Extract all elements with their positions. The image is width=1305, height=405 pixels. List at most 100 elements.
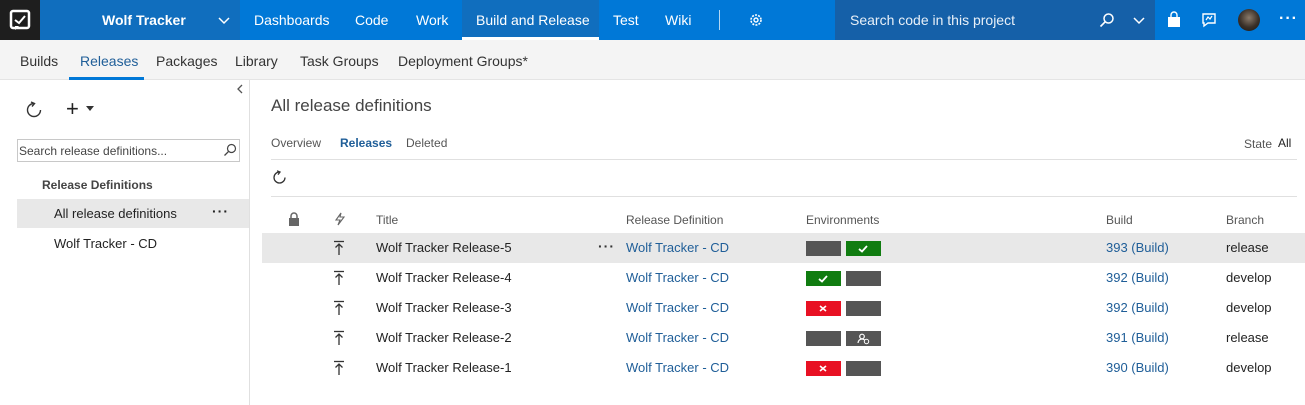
release-manual-trigger-icon bbox=[334, 360, 344, 375]
nav-test[interactable]: Test bbox=[613, 12, 639, 28]
more-options-icon[interactable]: ··· bbox=[1279, 10, 1298, 28]
add-icon[interactable]: + bbox=[66, 96, 79, 122]
branch-name: develop bbox=[1226, 300, 1272, 315]
search-icon[interactable] bbox=[223, 143, 237, 157]
build-link[interactable]: 390 (Build) bbox=[1106, 360, 1169, 375]
tab-deployment-groups[interactable]: Deployment Groups* bbox=[398, 53, 528, 69]
page-title: All release definitions bbox=[271, 96, 432, 115]
table-row[interactable]: Wolf Tracker Release-1 Wolf Tracker - CD 3… bbox=[262, 353, 1305, 383]
column-header-environments[interactable]: Environments bbox=[806, 213, 879, 227]
more-options-icon[interactable]: ··· bbox=[598, 238, 615, 254]
build-link[interactable]: 392 (Build) bbox=[1106, 270, 1169, 285]
environment-status-not-deployed[interactable] bbox=[806, 331, 841, 346]
nav-build-and-release[interactable]: Build and Release bbox=[476, 12, 590, 28]
project-selector[interactable]: Wolf Tracker bbox=[40, 0, 240, 40]
state-filter-value[interactable]: All bbox=[1278, 136, 1291, 150]
lightning-icon bbox=[334, 212, 346, 226]
release-title[interactable]: Wolf Tracker Release-3 bbox=[376, 300, 512, 315]
tab-packages[interactable]: Packages bbox=[156, 53, 217, 69]
release-definition-link[interactable]: Wolf Tracker - CD bbox=[626, 240, 729, 255]
release-definition-link[interactable]: Wolf Tracker - CD bbox=[626, 360, 729, 375]
environment-status-failed[interactable] bbox=[806, 301, 841, 316]
environment-status-pending-approval[interactable] bbox=[846, 331, 881, 346]
nav-wiki[interactable]: Wiki bbox=[665, 12, 691, 28]
pivot-deleted[interactable]: Deleted bbox=[406, 136, 447, 150]
release-manual-trigger-icon bbox=[334, 270, 344, 285]
vsts-logo[interactable] bbox=[0, 0, 40, 40]
code-search-box[interactable]: Search code in this project bbox=[835, 0, 1155, 40]
table-row[interactable]: Wolf Tracker Release-5 ··· Wolf Tracker - … bbox=[262, 233, 1305, 263]
release-title[interactable]: Wolf Tracker Release-1 bbox=[376, 360, 512, 375]
nav-code[interactable]: Code bbox=[355, 12, 388, 28]
column-header-title[interactable]: Title bbox=[376, 213, 398, 227]
environment-status-not-deployed[interactable] bbox=[846, 361, 881, 376]
environment-status-not-deployed[interactable] bbox=[846, 301, 881, 316]
state-filter-label: State bbox=[1244, 137, 1273, 151]
column-header-branch[interactable]: Branch bbox=[1226, 213, 1264, 227]
tree-item-all-release-definitions[interactable]: All release definitions bbox=[54, 206, 177, 221]
build-link[interactable]: 391 (Build) bbox=[1106, 330, 1169, 345]
build-link[interactable]: 392 (Build) bbox=[1106, 300, 1169, 315]
close-icon bbox=[819, 365, 827, 372]
tree-item-wolf-tracker-cd[interactable]: Wolf Tracker - CD bbox=[54, 236, 157, 251]
environment-status-succeeded[interactable] bbox=[846, 241, 881, 256]
branch-name: develop bbox=[1226, 360, 1272, 375]
table-row[interactable]: Wolf Tracker Release-3 Wolf Tracker - CD 3… bbox=[262, 293, 1305, 323]
close-icon bbox=[819, 305, 827, 312]
tab-builds[interactable]: Builds bbox=[20, 53, 58, 69]
nav-divider bbox=[719, 10, 720, 30]
collapse-pane-icon[interactable] bbox=[235, 83, 245, 95]
user-avatar[interactable] bbox=[1238, 9, 1260, 31]
code-search-placeholder: Search code in this project bbox=[850, 12, 1015, 28]
search-icon[interactable] bbox=[1099, 12, 1115, 28]
release-definitions-heading: Release Definitions bbox=[42, 178, 153, 192]
divider bbox=[271, 159, 1297, 160]
nav-work[interactable]: Work bbox=[416, 12, 448, 28]
release-title[interactable]: Wolf Tracker Release-4 bbox=[376, 270, 512, 285]
release-manual-trigger-icon bbox=[334, 240, 344, 255]
nav-dashboards[interactable]: Dashboards bbox=[254, 12, 330, 28]
vsts-logo-icon bbox=[9, 9, 31, 30]
project-name: Wolf Tracker bbox=[102, 12, 186, 28]
table-row[interactable]: Wolf Tracker Release-4 Wolf Tracker - CD 3… bbox=[262, 263, 1305, 293]
release-definition-link[interactable]: Wolf Tracker - CD bbox=[626, 270, 729, 285]
build-link[interactable]: 393 (Build) bbox=[1106, 240, 1169, 255]
release-definitions-pane: + Search release definitions... Release … bbox=[0, 80, 250, 405]
branch-name: release bbox=[1226, 240, 1269, 255]
sub-navigation: Builds Releases Packages Library Task Gr… bbox=[0, 40, 1305, 80]
branch-name: release bbox=[1226, 330, 1269, 345]
column-header-release-definition[interactable]: Release Definition bbox=[626, 213, 723, 227]
lock-icon bbox=[289, 212, 299, 226]
chevron-down-icon[interactable] bbox=[1131, 12, 1147, 28]
tab-task-groups[interactable]: Task Groups bbox=[300, 53, 379, 69]
table-row[interactable]: Wolf Tracker Release-2 Wolf Tracker - CD 3… bbox=[262, 323, 1305, 353]
release-manual-trigger-icon bbox=[334, 300, 344, 315]
environment-status-not-deployed[interactable] bbox=[846, 271, 881, 286]
release-title[interactable]: Wolf Tracker Release-2 bbox=[376, 330, 512, 345]
pivot-overview[interactable]: Overview bbox=[271, 136, 321, 150]
release-definition-link[interactable]: Wolf Tracker - CD bbox=[626, 330, 729, 345]
pivot-releases[interactable]: Releases bbox=[340, 136, 392, 150]
feedback-icon[interactable] bbox=[1200, 11, 1218, 29]
gear-icon[interactable] bbox=[748, 12, 764, 28]
search-placeholder: Search release definitions... bbox=[19, 144, 168, 158]
branch-name: develop bbox=[1226, 270, 1272, 285]
marketplace-bag-icon[interactable] bbox=[1165, 11, 1183, 29]
tab-library[interactable]: Library bbox=[235, 53, 278, 69]
chevron-down-icon bbox=[218, 17, 230, 25]
environment-status-not-deployed[interactable] bbox=[806, 241, 841, 256]
tab-releases[interactable]: Releases bbox=[80, 53, 138, 69]
refresh-icon[interactable] bbox=[25, 101, 43, 119]
environment-status-succeeded[interactable] bbox=[806, 271, 841, 286]
search-release-definitions-input[interactable]: Search release definitions... bbox=[17, 139, 240, 162]
more-options-icon[interactable]: ··· bbox=[212, 203, 229, 219]
checkmark-icon bbox=[858, 245, 868, 253]
column-header-build[interactable]: Build bbox=[1106, 213, 1133, 227]
release-definition-link[interactable]: Wolf Tracker - CD bbox=[626, 300, 729, 315]
release-title[interactable]: Wolf Tracker Release-5 bbox=[376, 240, 512, 255]
refresh-icon[interactable] bbox=[272, 170, 287, 185]
checkmark-icon bbox=[818, 275, 828, 283]
environment-status-failed[interactable] bbox=[806, 361, 841, 376]
caret-down-icon[interactable] bbox=[86, 106, 94, 112]
approval-pending-icon bbox=[857, 333, 870, 345]
